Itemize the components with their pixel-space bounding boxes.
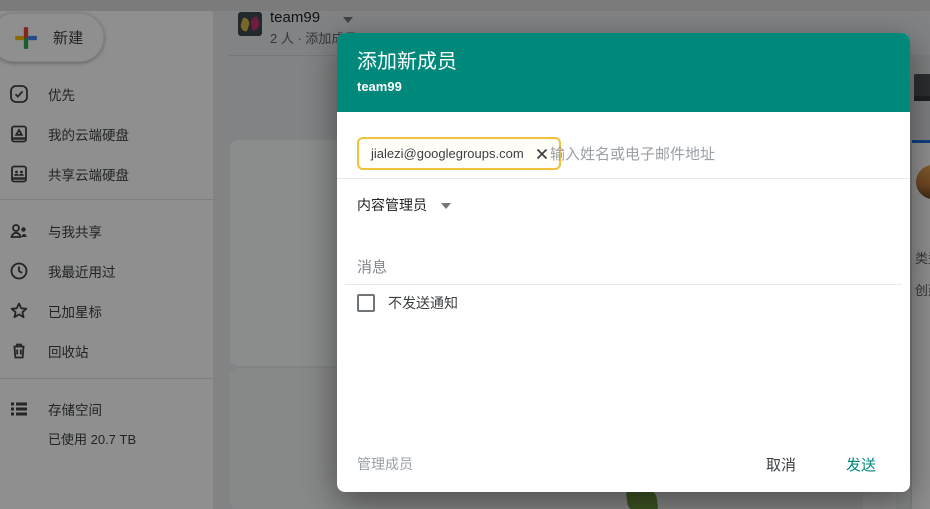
- recipient-email: jialezi@googlegroups.com: [371, 146, 524, 161]
- dialog-header: 添加新成员 team99: [337, 33, 910, 112]
- message-input[interactable]: [357, 255, 877, 279]
- skip-notification-row: 不发送通知: [357, 293, 458, 313]
- dialog-title: 添加新成员: [357, 51, 457, 73]
- send-button[interactable]: 发送: [840, 447, 882, 482]
- chevron-down-icon: [441, 203, 451, 209]
- role-selected-value: 内容管理员: [357, 197, 427, 213]
- dialog-divider: [345, 284, 902, 285]
- cancel-button[interactable]: 取消: [760, 447, 802, 482]
- manage-members-button[interactable]: 管理成员: [357, 454, 413, 474]
- skip-notification-checkbox[interactable]: [357, 294, 375, 312]
- role-dropdown[interactable]: 内容管理员: [357, 193, 451, 217]
- dialog-subtitle: team99: [357, 79, 402, 94]
- recipient-chip[interactable]: jialezi@googlegroups.com: [357, 137, 561, 170]
- add-members-dialog: 添加新成员 team99 jialezi@googlegroups.com 内容…: [337, 33, 910, 492]
- google-drive-screen: 新建 优先 我的云端硬盘 共享云端硬盘 与我共享 我最近用过 已加星标 回收站 …: [0, 0, 930, 509]
- member-search-input[interactable]: [550, 139, 880, 169]
- dialog-divider: [337, 178, 910, 179]
- skip-notification-label: 不发送通知: [388, 295, 458, 311]
- remove-chip-icon[interactable]: [534, 146, 550, 162]
